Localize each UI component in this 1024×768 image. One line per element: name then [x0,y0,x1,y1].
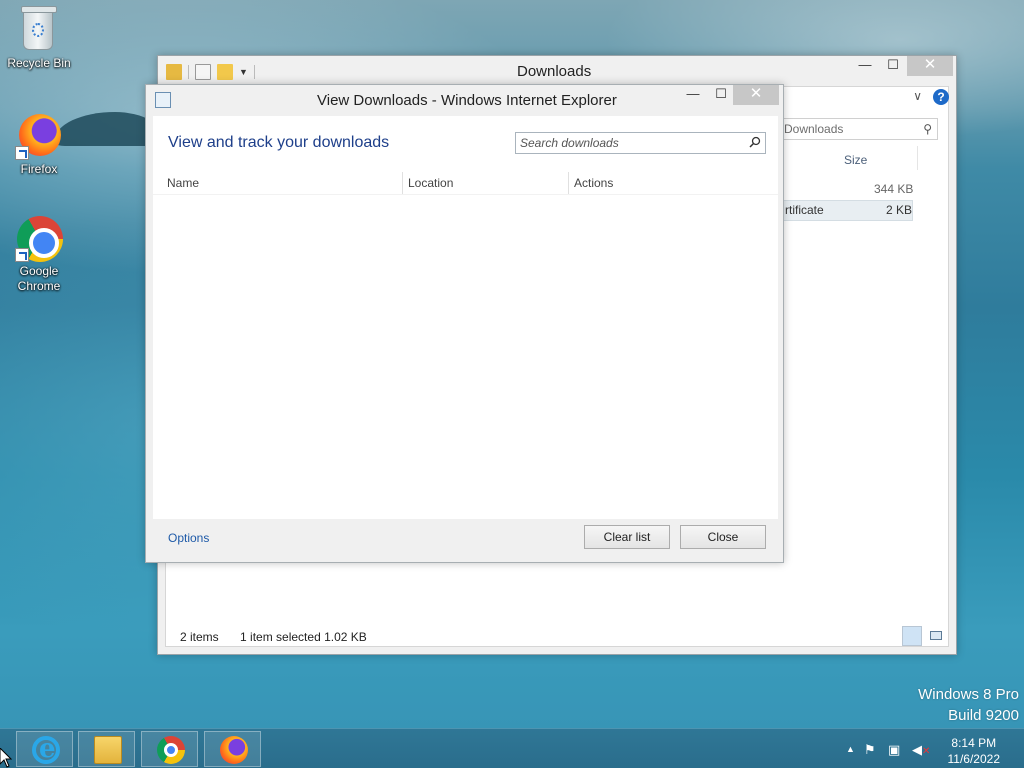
clock-time: 8:14 PM [951,736,997,750]
column-header-name[interactable]: Name [167,176,199,190]
clock-date: 11/6/2022 [947,752,1001,766]
file-explorer-icon [94,736,122,764]
dialog-title: View Downloads - Windows Internet Explor… [317,92,617,109]
column-divider [568,172,569,194]
column-header-actions[interactable]: Actions [574,176,613,190]
chrome-icon [157,736,185,764]
properties-icon[interactable] [195,64,211,80]
maximize-button[interactable]: ☐ [707,85,735,105]
options-link[interactable]: Options [168,531,209,545]
search-placeholder: Search downloads [520,136,619,150]
quick-access-toolbar: ▼ [166,63,255,81]
taskbar-firefox[interactable] [204,731,261,767]
desktop-icon-firefox[interactable]: Firefox [1,112,77,177]
downloads-dialog-icon [155,92,171,108]
new-folder-icon[interactable] [217,64,233,80]
system-tray: ▲ ⚑ ▣ ◀✕ 8:14 PM 11/6/2022 [824,729,1024,768]
close-dialog-button[interactable]: Close [680,525,766,549]
clear-list-button[interactable]: Clear list [584,525,670,549]
search-icon[interactable] [749,136,761,148]
firefox-icon [220,736,248,764]
show-hidden-icons-icon[interactable]: ▲ [846,744,855,754]
desktop-icon-label: Firefox [20,162,58,176]
page-title: View and track your downloads [168,134,390,151]
file-name: rtificate [785,203,824,217]
taskbar-chrome[interactable] [141,731,198,767]
explorer-title: Downloads [517,63,592,80]
help-icon[interactable]: ? [933,89,949,105]
watermark-edition: Windows 8 Pro [918,686,1019,703]
internet-explorer-icon [32,734,60,764]
search-icon[interactable]: ⚲ [923,119,932,139]
desktop-icon-recycle-bin[interactable]: Recycle Bin [1,6,77,71]
column-header-size[interactable]: Size [844,153,867,167]
status-item-count: 2 items [180,630,219,644]
shortcut-arrow-icon [15,248,29,262]
os-watermark: Windows 8 Pro Build 9200 [918,684,1019,726]
recycle-bin-icon [15,6,63,54]
maximize-button[interactable]: ☐ [879,56,907,76]
column-divider [402,172,403,194]
shortcut-arrow-icon [15,146,29,160]
status-selection: 1 item selected 1.02 KB [240,630,367,644]
firefox-icon [15,112,63,160]
minimize-button[interactable]: — [851,56,879,76]
downloads-panel: View and track your downloads Search dow… [153,116,778,519]
action-center-flag-icon[interactable]: ⚑ [864,742,876,758]
watermark-build: Build 9200 [948,707,1019,724]
desktop-icon-label: Recycle Bin [7,56,71,70]
network-icon[interactable]: ▣ [888,742,900,758]
taskbar-file-explorer[interactable] [78,731,135,767]
chrome-icon [15,214,63,262]
header-underline [153,194,778,195]
dialog-titlebar[interactable]: View Downloads - Windows Internet Explor… [146,85,783,115]
explorer-search-input[interactable]: Downloads ⚲ [780,118,938,140]
column-header-location[interactable]: Location [408,176,453,190]
explorer-titlebar[interactable]: ▼ Downloads — ☐ ✕ [158,56,956,86]
file-size: 2 KB [886,203,913,217]
volume-muted-icon[interactable]: ◀✕ [912,742,930,758]
mouse-cursor-icon [0,748,12,768]
minimize-button[interactable]: — [679,85,707,105]
desktop-icon-label: Google Chrome [17,264,61,293]
close-button[interactable]: ✕ [907,56,953,76]
explorer-search-placeholder: Downloads [784,122,844,136]
taskbar-internet-explorer[interactable] [16,731,73,767]
customize-qat-icon[interactable]: ▼ [239,67,248,77]
view-downloads-dialog[interactable]: View Downloads - Windows Internet Explor… [145,84,784,563]
file-size: 344 KB [874,182,914,196]
status-bar: 2 items 1 item selected 1.02 KB [180,630,385,644]
close-button[interactable]: ✕ [733,85,779,105]
downloads-folder-icon[interactable] [166,64,182,80]
desktop-icon-google-chrome[interactable]: Google Chrome [1,214,77,294]
details-view-icon[interactable] [902,626,922,646]
column-divider [917,146,918,170]
clock[interactable]: 8:14 PM 11/6/2022 [948,735,1001,767]
chevron-down-icon[interactable]: ∨ [913,89,922,103]
large-icons-view-icon[interactable] [926,626,946,646]
taskbar: ▲ ⚑ ▣ ◀✕ 8:14 PM 11/6/2022 [0,728,1024,768]
search-downloads-input[interactable]: Search downloads [515,132,766,154]
